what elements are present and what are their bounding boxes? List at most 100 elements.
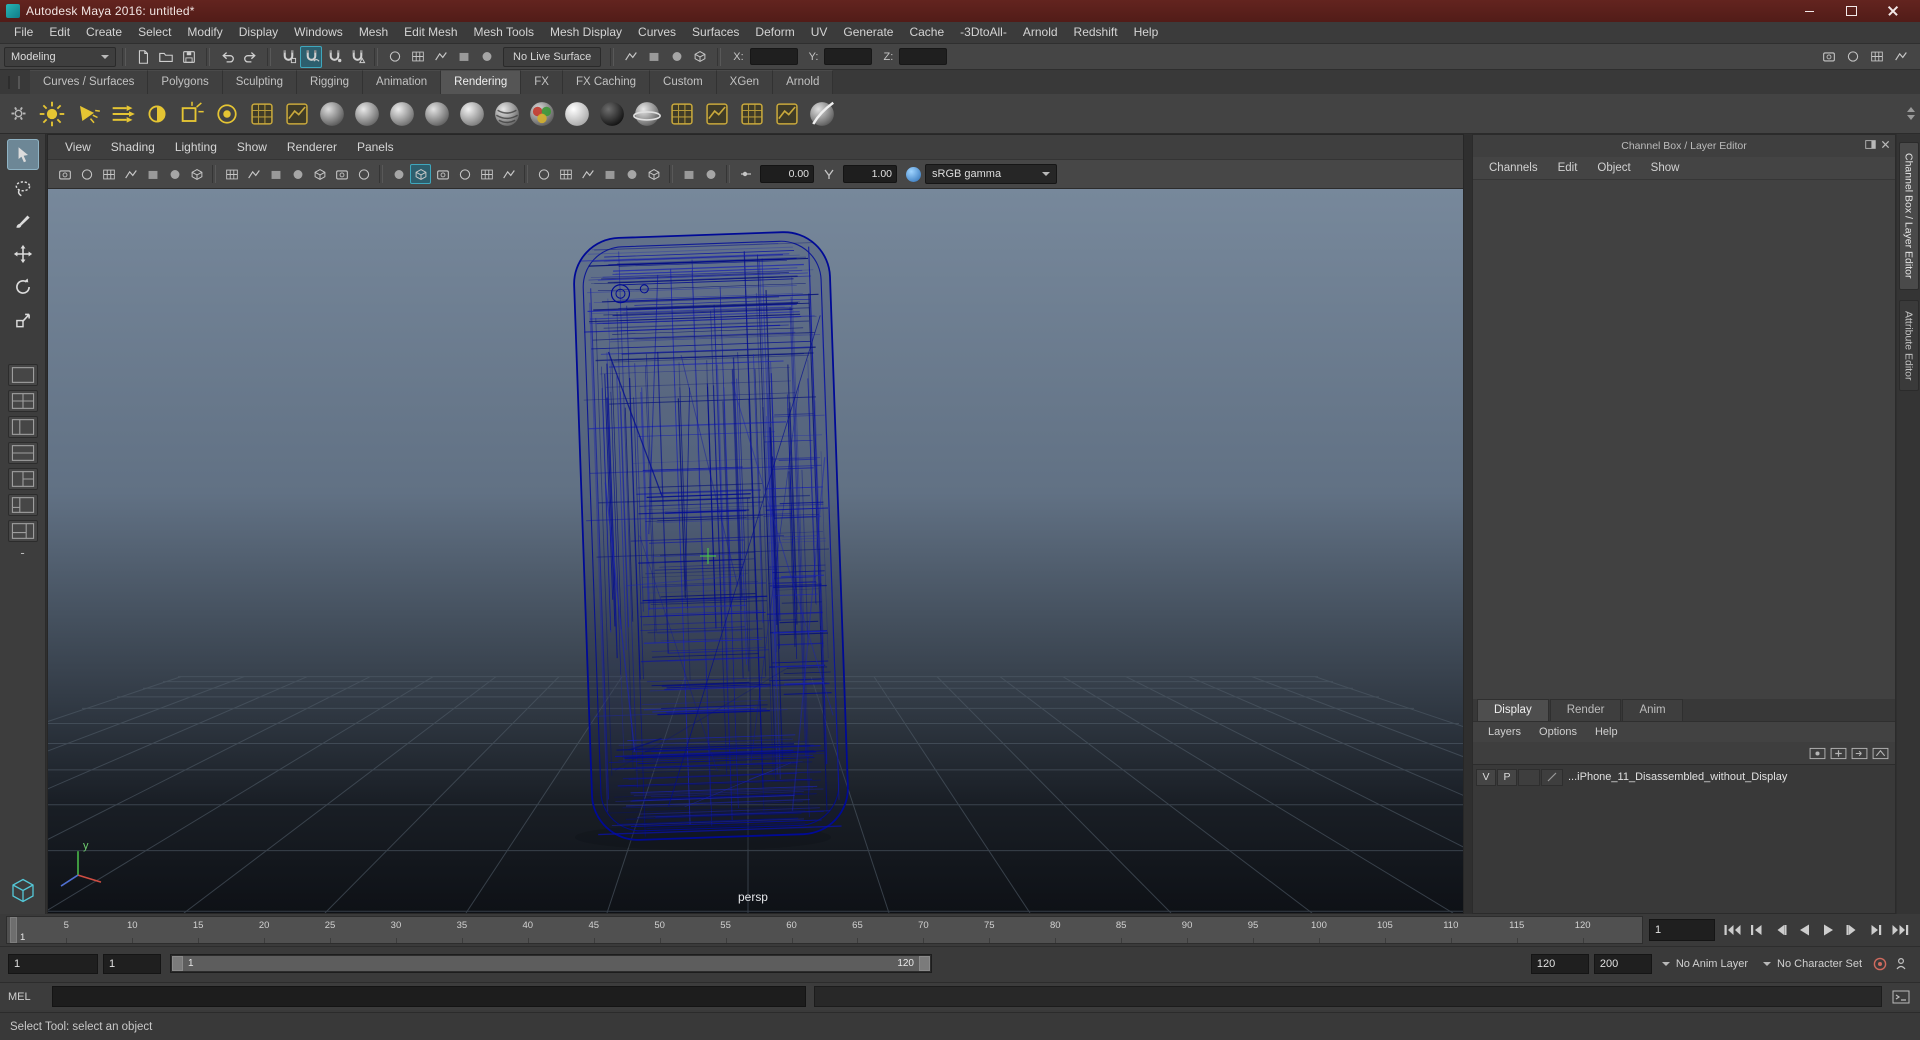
auto-keyframe-icon[interactable]: [1872, 956, 1888, 972]
shelf-tab-curves-surfaces[interactable]: Curves / Surfaces: [30, 70, 149, 94]
make-layer-current-icon[interactable]: [1809, 747, 1826, 760]
shelf-grip-icon[interactable]: [8, 76, 20, 89]
color-management-icon[interactable]: [906, 166, 921, 182]
live-surface-button[interactable]: No Live Surface: [503, 46, 602, 67]
layer-editor-tab-render[interactable]: Render: [1549, 699, 1622, 721]
viewport-menu-view[interactable]: View: [56, 140, 100, 154]
snap-to-curves-icon[interactable]: [300, 45, 322, 68]
viewport-menu-panels[interactable]: Panels: [348, 140, 403, 154]
lasso-select-tool[interactable]: [7, 172, 39, 203]
play-forward-button[interactable]: [1817, 919, 1840, 941]
viewport-canvas[interactable]: y persp: [48, 189, 1463, 913]
scale-tool[interactable]: [7, 304, 39, 335]
x-coordinate-field[interactable]: [749, 48, 798, 65]
exposure-icon[interactable]: [735, 164, 756, 184]
minimize-button[interactable]: [1788, 0, 1830, 22]
use-default-material-icon[interactable]: [476, 164, 497, 184]
menu-display[interactable]: Display: [231, 22, 286, 43]
channel-box-menu-edit[interactable]: Edit: [1548, 162, 1588, 174]
menu-redshift[interactable]: Redshift: [1066, 22, 1126, 43]
channel-box-menu-channels[interactable]: Channels: [1479, 162, 1548, 174]
blinn-material-icon[interactable]: [351, 98, 383, 130]
field-chart-icon[interactable]: [309, 164, 330, 184]
menu-modify[interactable]: Modify: [179, 22, 230, 43]
shelf-up-arrow-icon[interactable]: [1907, 107, 1915, 112]
layer-editor-tab-display[interactable]: Display: [1477, 699, 1549, 721]
maximize-button[interactable]: [1830, 0, 1872, 22]
persp-graph-layout[interactable]: [7, 520, 38, 542]
layer-row[interactable]: V P ...iPhone_11_Disassembled_without_Di…: [1473, 767, 1895, 787]
command-line-result[interactable]: [814, 986, 1882, 1007]
view-transform-dropdown[interactable]: sRGB gamma: [925, 164, 1057, 184]
menu-deform[interactable]: Deform: [747, 22, 802, 43]
phong-material-icon[interactable]: [421, 98, 453, 130]
camera-attributes-icon[interactable]: [98, 164, 119, 184]
gamma-icon[interactable]: [818, 164, 839, 184]
range-slider-bar[interactable]: [172, 956, 930, 971]
viewport-menu-renderer[interactable]: Renderer: [278, 140, 346, 154]
paint-effects-icon[interactable]: [806, 98, 838, 130]
two-pane-side-layout[interactable]: [7, 416, 38, 438]
layer-editor-tab-anim[interactable]: Anim: [1622, 699, 1683, 721]
menu-3dtoall[interactable]: -3DtoAll-: [952, 22, 1015, 43]
shelf-tab-arnold[interactable]: Arnold: [773, 70, 834, 94]
animation-end-field[interactable]: 200: [1593, 953, 1652, 974]
spot-light-icon[interactable]: [71, 98, 103, 130]
resolution-gate-icon[interactable]: [265, 164, 286, 184]
layer-visibility-toggle[interactable]: V: [1476, 768, 1496, 786]
shelf-tab-fx[interactable]: FX: [521, 70, 563, 94]
range-end-handle[interactable]: [919, 956, 930, 971]
layer-type-icon[interactable]: [1541, 768, 1563, 786]
layer-color-swatch[interactable]: [1518, 768, 1540, 786]
menuset-dropdown[interactable]: Modeling: [4, 46, 116, 67]
menu-create[interactable]: Create: [78, 22, 130, 43]
select-camera-icon[interactable]: [54, 164, 75, 184]
menu-windows[interactable]: Windows: [286, 22, 351, 43]
volume-light-icon[interactable]: [211, 98, 243, 130]
rotate-tool[interactable]: [7, 271, 39, 302]
menu-select[interactable]: Select: [130, 22, 179, 43]
snap-to-grids-icon[interactable]: [277, 46, 299, 68]
ramp-shader-icon[interactable]: [491, 98, 523, 130]
four-pane-layout[interactable]: [7, 390, 38, 412]
persp-outliner-layout[interactable]: [7, 494, 38, 516]
viewport-menu-shading[interactable]: Shading: [102, 140, 164, 154]
checker-texture-icon[interactable]: [666, 98, 698, 130]
grid-icon[interactable]: [221, 164, 242, 184]
light-editor-icon[interactable]: [281, 98, 313, 130]
menu-arnold[interactable]: Arnold: [1015, 22, 1066, 43]
shadows-icon[interactable]: [555, 164, 576, 184]
shelf-tab-rigging[interactable]: Rigging: [297, 70, 364, 94]
playback-start-field[interactable]: 1: [103, 953, 161, 974]
menu-uv[interactable]: UV: [803, 22, 836, 43]
shelf-scroll-arrows[interactable]: [1907, 107, 1920, 120]
menu-help[interactable]: Help: [1126, 22, 1167, 43]
go-to-start-button[interactable]: [1721, 919, 1744, 941]
bookmarks-icon[interactable]: [120, 164, 141, 184]
shading-map-icon[interactable]: [526, 98, 558, 130]
three-pane-layout[interactable]: [7, 468, 38, 490]
create-layer-from-selected-icon[interactable]: [1872, 747, 1889, 760]
file-texture-icon[interactable]: [701, 98, 733, 130]
shelf-down-arrow-icon[interactable]: [1907, 115, 1915, 120]
shelf-tab-rendering[interactable]: Rendering: [441, 70, 522, 94]
plugin-shapes-icon[interactable]: [700, 164, 721, 184]
open-scene-icon[interactable]: [155, 46, 177, 68]
current-frame-field[interactable]: 1: [1649, 919, 1715, 941]
gamma-field[interactable]: 1.00: [843, 165, 897, 183]
exposure-field[interactable]: 0.00: [760, 165, 814, 183]
area-light-icon[interactable]: [176, 98, 208, 130]
snap-to-planes-icon[interactable]: [346, 46, 368, 68]
command-line-input[interactable]: [52, 986, 806, 1007]
noise-texture-icon[interactable]: [771, 98, 803, 130]
close-button[interactable]: [1872, 0, 1914, 22]
layer-editor-menu-help[interactable]: Help: [1586, 726, 1627, 738]
depth-of-field-icon[interactable]: [643, 164, 664, 184]
wireframe-icon[interactable]: [388, 164, 409, 184]
surface-shader-icon[interactable]: [561, 98, 593, 130]
y-coordinate-field[interactable]: [824, 48, 873, 65]
z-coordinate-field[interactable]: [899, 48, 948, 65]
inputs-to-selected-icon[interactable]: [384, 46, 406, 68]
selection-highlighting-icon[interactable]: [453, 46, 475, 68]
grease-pencil-icon[interactable]: [186, 164, 207, 184]
